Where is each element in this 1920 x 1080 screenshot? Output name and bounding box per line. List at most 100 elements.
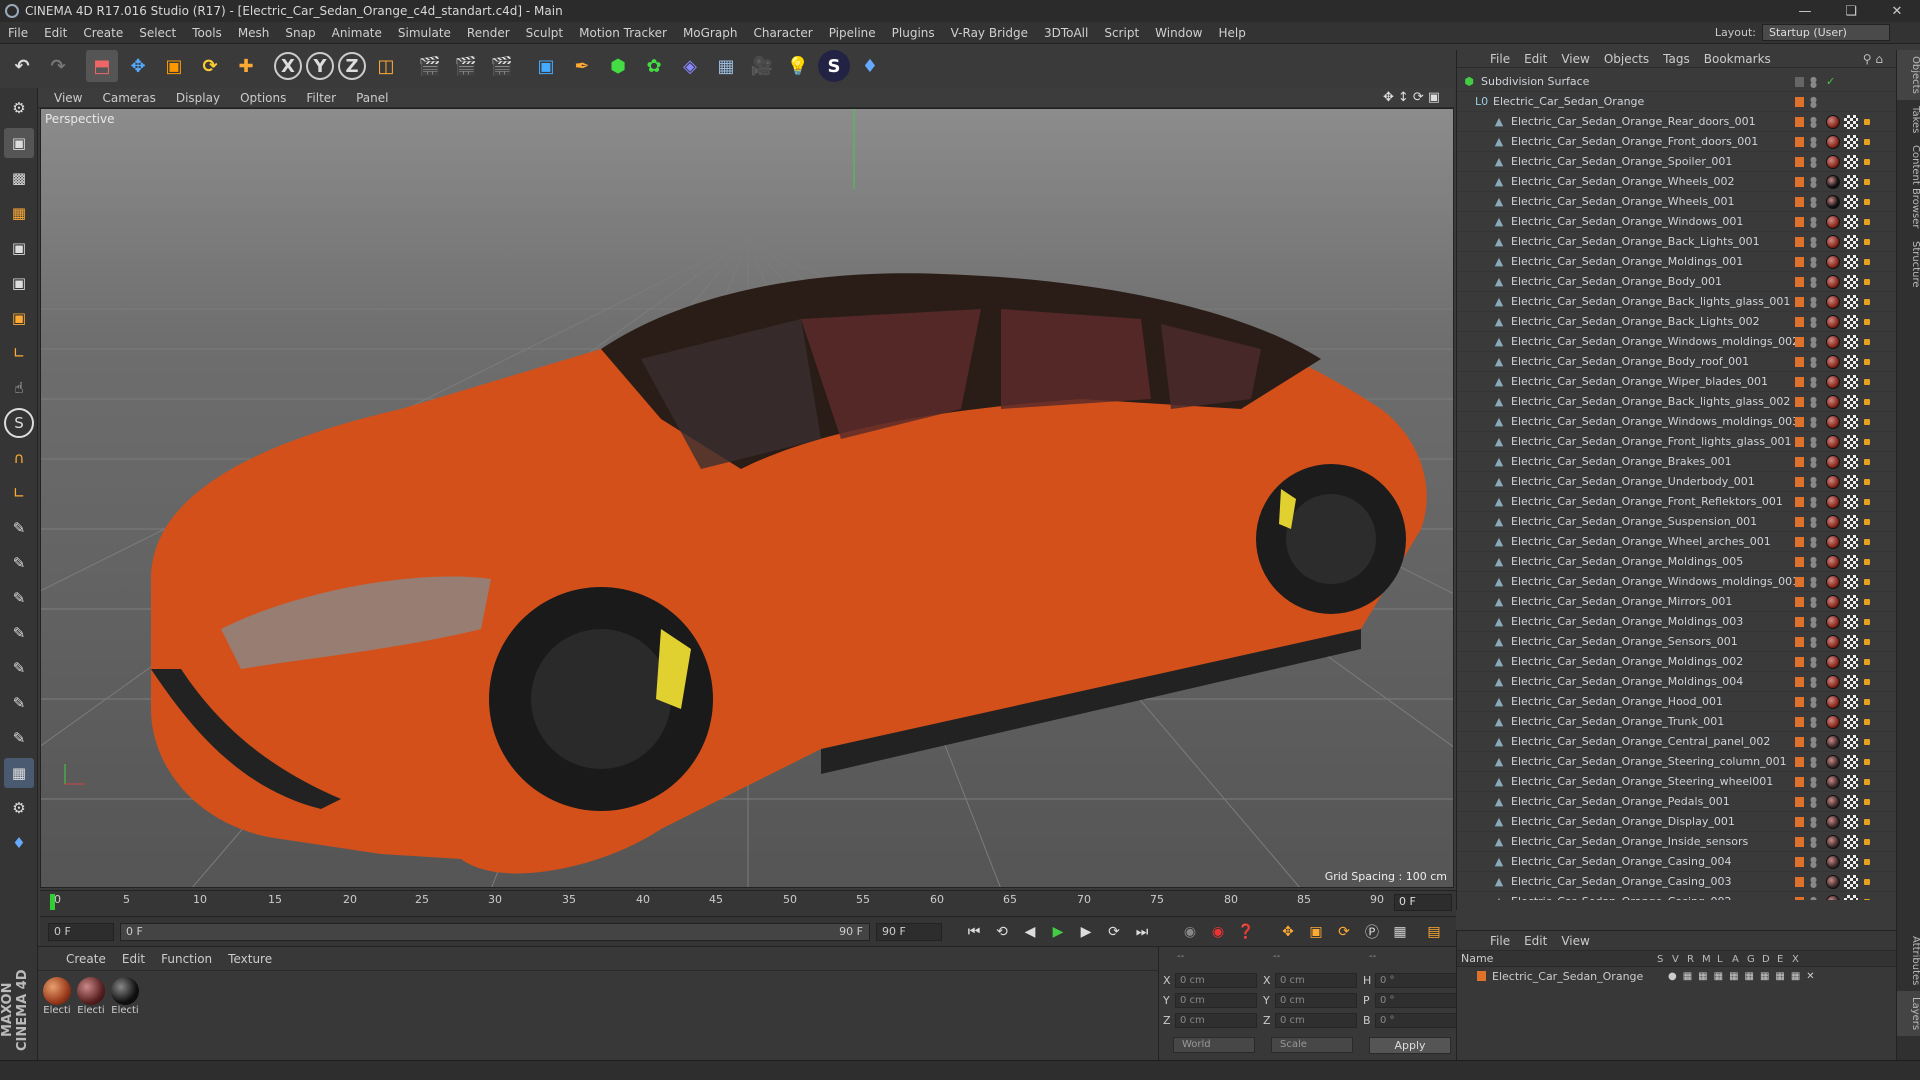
object-row[interactable]: ▲ Electric_Car_Sedan_Orange_Brakes_001 ● ● bbox=[1457, 452, 1897, 472]
layer-color-swatch[interactable] bbox=[1795, 676, 1804, 687]
texture-tag-icon[interactable] bbox=[1844, 234, 1858, 249]
previous-keyframe-icon[interactable]: ⟲ bbox=[990, 921, 1014, 943]
material-tag-icon[interactable] bbox=[1826, 354, 1840, 369]
subdivision-surface-icon[interactable]: ⬢ bbox=[602, 50, 634, 82]
key-rotation-icon[interactable]: ⟳ bbox=[1332, 921, 1356, 943]
key-position-icon[interactable]: ✥ bbox=[1276, 921, 1300, 943]
menu-help[interactable]: Help bbox=[1210, 26, 1253, 40]
visibility-dots-icon[interactable]: ●● bbox=[1810, 175, 1817, 188]
tweak-mode-icon[interactable]: ☝ bbox=[4, 373, 34, 403]
phong-tag-icon[interactable] bbox=[1864, 858, 1870, 865]
texture-tag-icon[interactable] bbox=[1844, 754, 1858, 769]
viewport-menu-display[interactable]: Display bbox=[166, 91, 230, 105]
layer-color-swatch[interactable] bbox=[1795, 476, 1804, 487]
object-row[interactable]: ▲ Electric_Car_Sedan_Orange_Wheels_002 ● ● bbox=[1457, 172, 1897, 192]
phong-tag-icon[interactable] bbox=[1864, 898, 1870, 900]
texture-tag-icon[interactable] bbox=[1844, 314, 1858, 329]
texture-tag-icon[interactable] bbox=[1844, 654, 1858, 669]
material-tag-icon[interactable] bbox=[1826, 234, 1840, 249]
layer-color-swatch[interactable] bbox=[1795, 96, 1804, 107]
texture-tag-icon[interactable] bbox=[1844, 274, 1858, 289]
menu-3dtoall[interactable]: 3DToAll bbox=[1036, 26, 1096, 40]
layer-color-swatch[interactable] bbox=[1795, 176, 1804, 187]
menu-create[interactable]: Create bbox=[75, 26, 131, 40]
phong-tag-icon[interactable] bbox=[1864, 198, 1870, 205]
phong-tag-icon[interactable] bbox=[1864, 238, 1870, 245]
phong-tag-icon[interactable] bbox=[1864, 418, 1870, 425]
material-tag-icon[interactable] bbox=[1826, 874, 1840, 889]
coordinate-mode-dropdown[interactable]: Scale bbox=[1271, 1037, 1353, 1053]
layer-color-swatch[interactable] bbox=[1795, 616, 1804, 627]
phong-tag-icon[interactable] bbox=[1864, 638, 1870, 645]
layer-color-swatch[interactable] bbox=[1795, 456, 1804, 467]
polygons-mode-icon[interactable]: ▣ bbox=[4, 303, 34, 333]
object-row[interactable]: ▲ Electric_Car_Sedan_Orange_Moldings_002 ●… bbox=[1457, 652, 1897, 672]
material-tag-icon[interactable] bbox=[1826, 754, 1840, 769]
object-row[interactable]: ▲ Electric_Car_Sedan_Orange_Sensors_001 ● ● bbox=[1457, 632, 1897, 652]
material-tag-icon[interactable] bbox=[1826, 334, 1840, 349]
visibility-dots-icon[interactable]: ●● bbox=[1810, 435, 1817, 448]
texture-tag-icon[interactable] bbox=[1844, 454, 1858, 469]
material-tag-icon[interactable] bbox=[1826, 894, 1840, 900]
texture-tag-icon[interactable] bbox=[1844, 794, 1858, 809]
object-menu-file[interactable]: File bbox=[1483, 52, 1517, 66]
tab-takes[interactable]: Takes bbox=[1897, 100, 1920, 139]
y-axis-button[interactable]: Y bbox=[306, 52, 334, 80]
texture-tag-icon[interactable] bbox=[1844, 134, 1858, 149]
layer-color-swatch[interactable] bbox=[1795, 576, 1804, 587]
frame-range-slider[interactable]: 0 F 90 F bbox=[120, 922, 870, 941]
material-tag-icon[interactable] bbox=[1826, 574, 1840, 589]
go-to-end-icon[interactable]: ⏭ bbox=[1130, 921, 1154, 943]
position-z-field[interactable]: 0 cm bbox=[1175, 1013, 1257, 1028]
texture-tag-icon[interactable] bbox=[1844, 374, 1858, 389]
layer-color-swatch[interactable] bbox=[1795, 416, 1804, 427]
visibility-dots-icon[interactable]: ●● bbox=[1810, 195, 1817, 208]
visibility-dots-icon[interactable]: ●● bbox=[1810, 215, 1817, 228]
size-x-field[interactable]: 0 cm bbox=[1275, 973, 1357, 988]
layer-color-swatch[interactable] bbox=[1795, 256, 1804, 267]
menu-select[interactable]: Select bbox=[131, 26, 184, 40]
visibility-dots-icon[interactable]: ●● bbox=[1810, 735, 1817, 748]
menu-vray-bridge[interactable]: V-Ray Bridge bbox=[943, 26, 1036, 40]
rotation-h-field[interactable]: 0 ° bbox=[1375, 973, 1457, 988]
key-parameter-icon[interactable]: Ⓟ bbox=[1360, 921, 1384, 943]
z-axis-button[interactable]: Z bbox=[338, 52, 366, 80]
visibility-dots-icon[interactable]: ●● bbox=[1810, 355, 1817, 368]
layout-select[interactable]: Startup (User) bbox=[1762, 24, 1890, 41]
visibility-dots-icon[interactable]: ●● bbox=[1810, 295, 1817, 308]
texture-tag-icon[interactable] bbox=[1844, 194, 1858, 209]
texture-tag-icon[interactable] bbox=[1844, 474, 1858, 489]
material-tag-icon[interactable] bbox=[1826, 314, 1840, 329]
deformer-icon[interactable]: ◈ bbox=[674, 50, 706, 82]
viewport-menu-filter[interactable]: Filter bbox=[296, 91, 346, 105]
model-mode-icon[interactable]: ▣ bbox=[4, 128, 34, 158]
material-tag-icon[interactable] bbox=[1826, 694, 1840, 709]
material-tag-icon[interactable] bbox=[1826, 214, 1840, 229]
layer-color-swatch[interactable] bbox=[1795, 436, 1804, 447]
visibility-dots-icon[interactable]: ●● bbox=[1810, 875, 1817, 888]
position-y-field[interactable]: 0 cm bbox=[1175, 993, 1257, 1008]
tab-objects[interactable]: Objects bbox=[1897, 50, 1920, 100]
visibility-dots-icon[interactable]: ●● bbox=[1810, 515, 1817, 528]
visibility-dots-icon[interactable]: ●● bbox=[1810, 895, 1817, 900]
material-tag-icon[interactable] bbox=[1826, 494, 1840, 509]
layer-color-swatch[interactable] bbox=[1795, 596, 1804, 607]
object-row[interactable]: ▲ Electric_Car_Sedan_Orange_Casing_004 ● ● bbox=[1457, 852, 1897, 872]
texture-tag-icon[interactable] bbox=[1844, 554, 1858, 569]
object-row[interactable]: ▲ Electric_Car_Sedan_Orange_Inside_sensor… bbox=[1457, 832, 1897, 852]
phong-tag-icon[interactable] bbox=[1864, 118, 1870, 125]
texture-tag-icon[interactable] bbox=[1844, 774, 1858, 789]
motion-record-icon[interactable]: ◉ bbox=[1178, 921, 1202, 943]
phong-tag-icon[interactable] bbox=[1864, 758, 1870, 765]
phong-tag-icon[interactable] bbox=[1864, 558, 1870, 565]
material-tag-icon[interactable] bbox=[1826, 154, 1840, 169]
material-tag-icon[interactable] bbox=[1826, 114, 1840, 129]
tab-layers[interactable]: Layers bbox=[1897, 991, 1920, 1037]
phong-tag-icon[interactable] bbox=[1864, 258, 1870, 265]
viewport-menu-options[interactable]: Options bbox=[230, 91, 296, 105]
phong-tag-icon[interactable] bbox=[1864, 598, 1870, 605]
object-row[interactable]: ▲ Electric_Car_Sedan_Orange_Windows_moldi… bbox=[1457, 572, 1897, 592]
menu-plugins[interactable]: Plugins bbox=[884, 26, 943, 40]
layer-color-swatch[interactable] bbox=[1795, 656, 1804, 667]
phong-tag-icon[interactable] bbox=[1864, 338, 1870, 345]
